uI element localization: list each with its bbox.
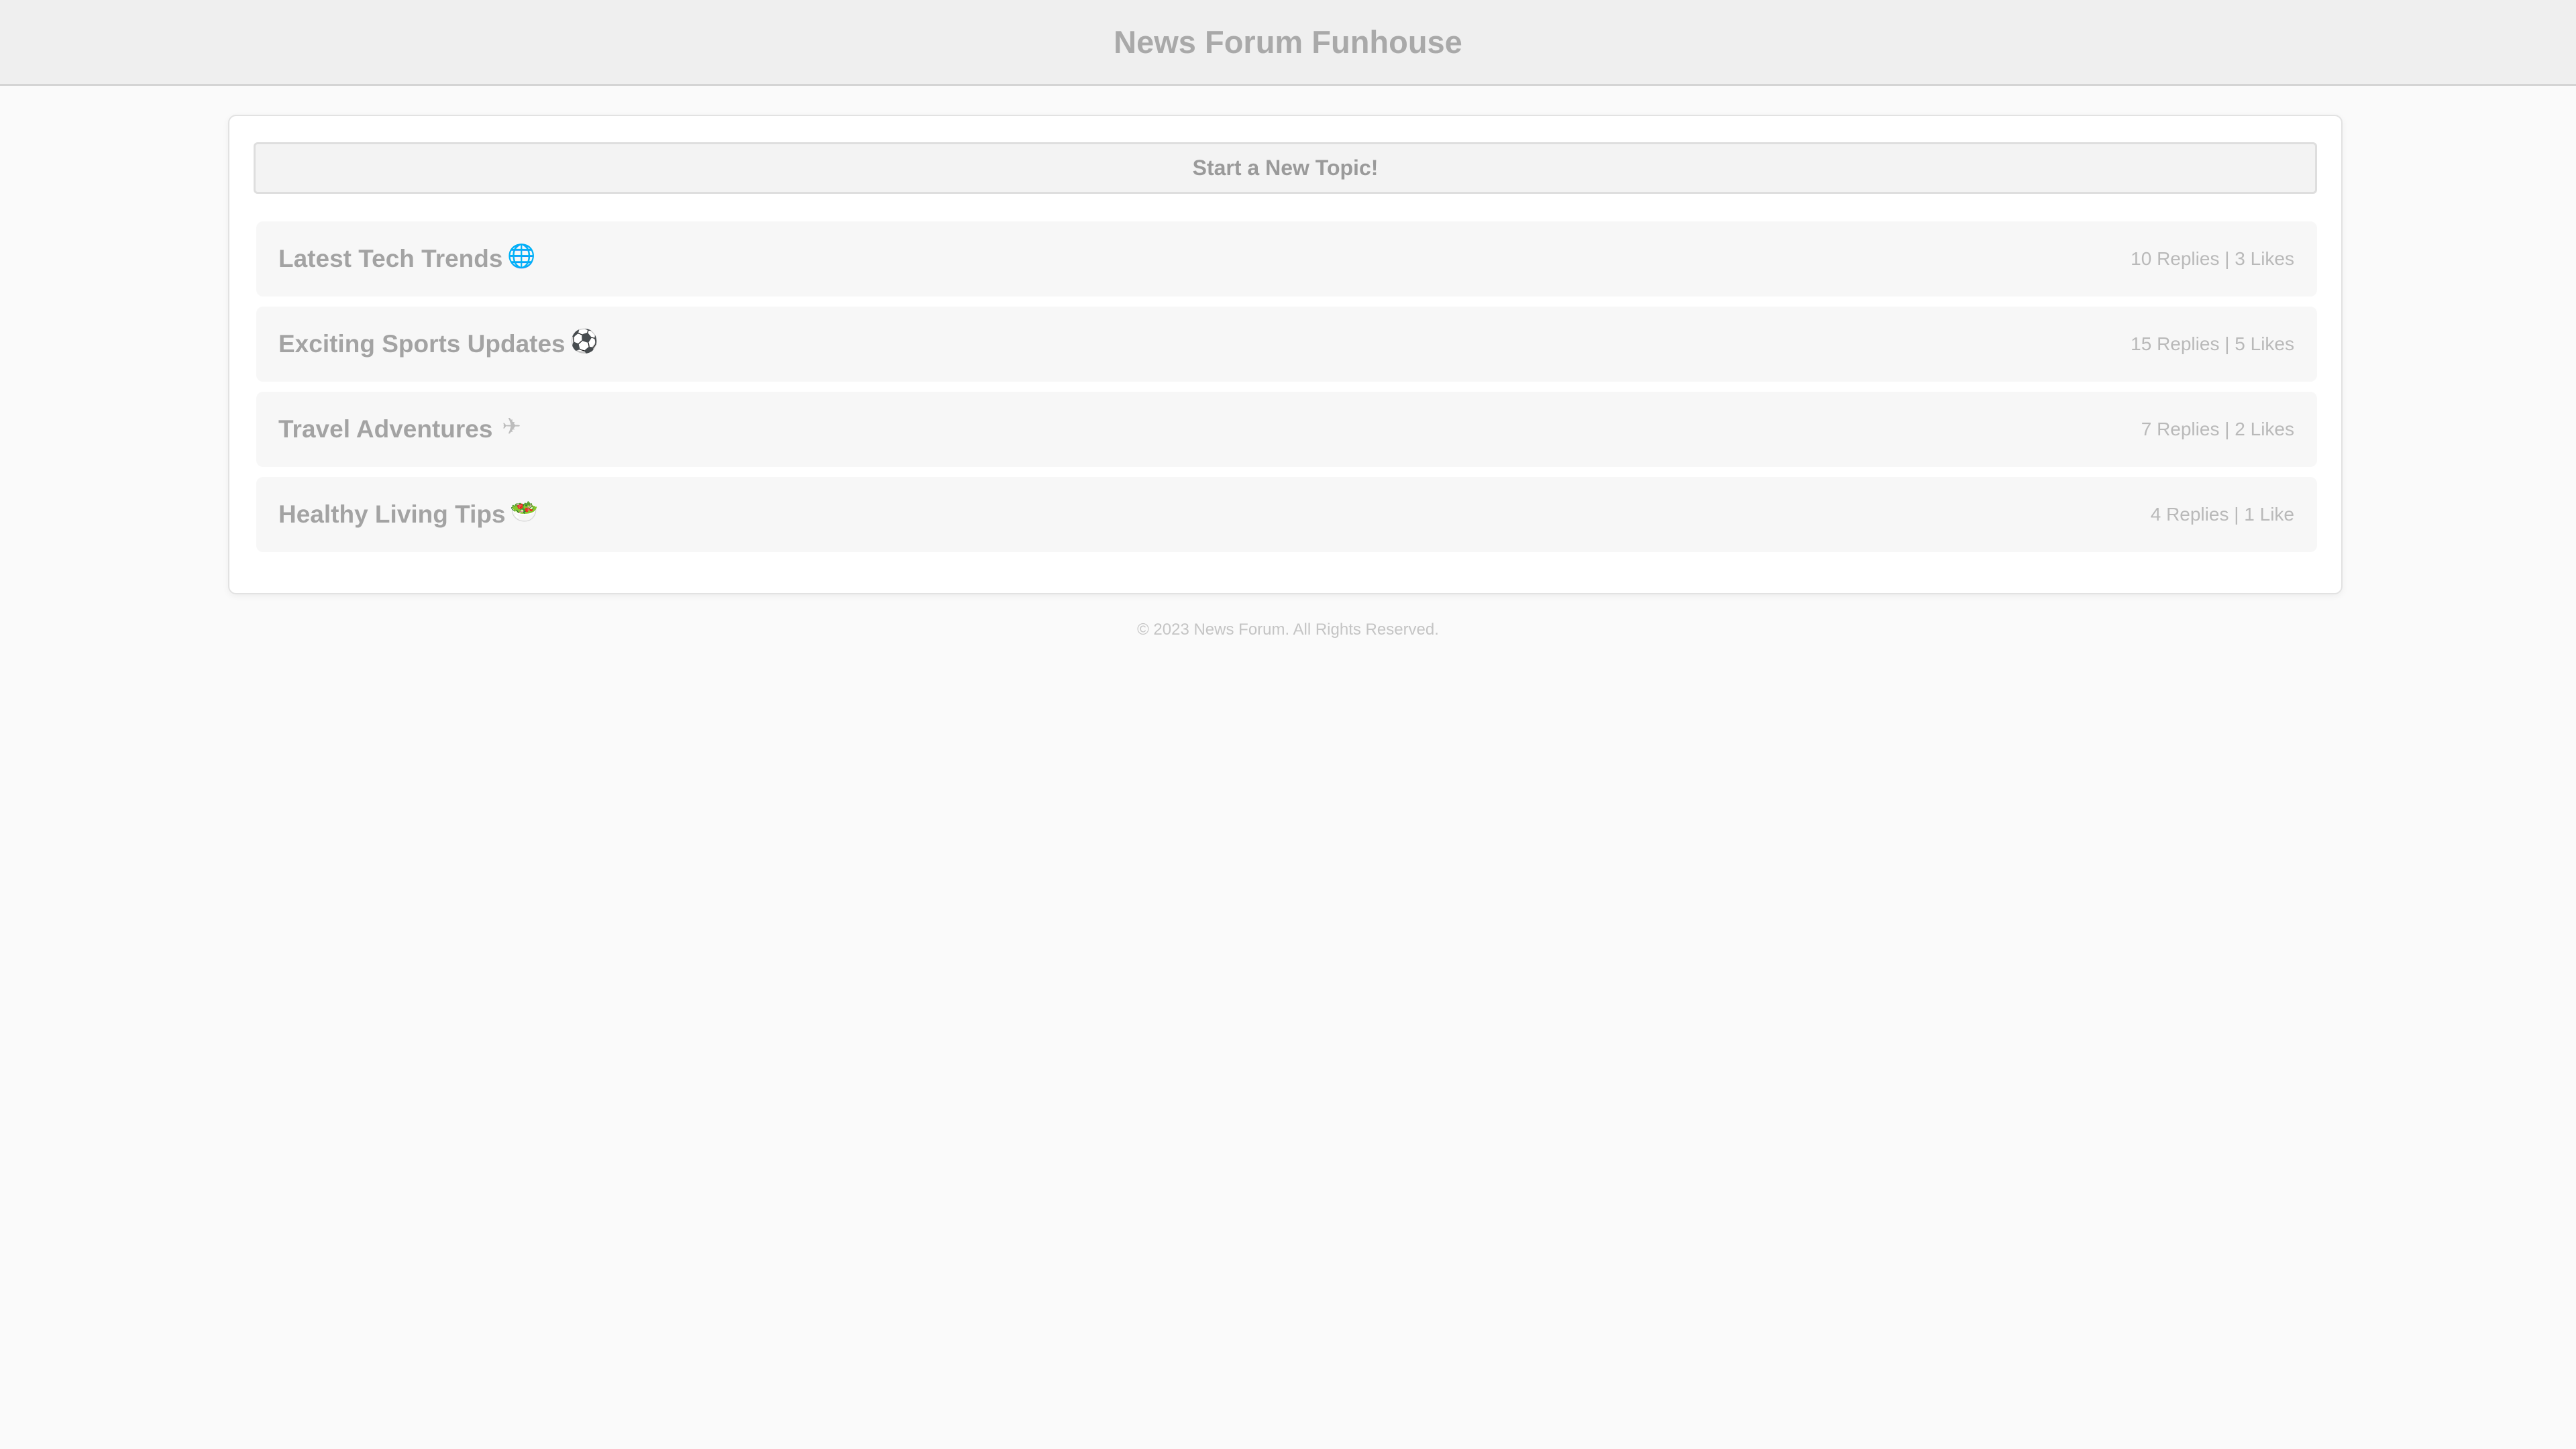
- topic-title-wrap: Travel Adventures ✈: [278, 414, 525, 443]
- topic-item-travel[interactable]: Travel Adventures ✈ 7 Replies | 2 Likes: [256, 392, 2317, 467]
- topic-item-health[interactable]: Healthy Living Tips 🥗 4 Replies | 1 Like: [256, 477, 2317, 552]
- start-new-topic-button[interactable]: Start a New Topic!: [254, 142, 2317, 194]
- topic-stats: 15 Replies | 5 Likes: [2131, 333, 2294, 354]
- salad-icon: 🥗: [510, 499, 539, 525]
- topic-stats: 10 Replies | 3 Likes: [2131, 248, 2294, 269]
- topic-title: Healthy Living Tips: [278, 500, 506, 528]
- topic-title-wrap: Exciting Sports Updates ⚽: [278, 329, 598, 358]
- topic-title: Latest Tech Trends: [278, 245, 503, 272]
- topic-stats: 7 Replies | 2 Likes: [2141, 419, 2294, 439]
- topic-item-sports[interactable]: Exciting Sports Updates ⚽ 15 Replies | 5…: [256, 307, 2317, 382]
- airplane-icon: ✈: [502, 414, 521, 439]
- forum-panel: Start a New Topic! Latest Tech Trends 🌐 …: [228, 115, 2343, 594]
- topic-stats: 4 Replies | 1 Like: [2150, 504, 2294, 525]
- site-header: News Forum Funhouse: [0, 0, 2576, 86]
- topic-title-wrap: Latest Tech Trends 🌐: [278, 244, 536, 273]
- topic-item-tech[interactable]: Latest Tech Trends 🌐 10 Replies | 3 Like…: [256, 221, 2317, 297]
- globe-icon: 🌐: [507, 244, 536, 269]
- site-footer: © 2023 News Forum. All Rights Reserved.: [1137, 621, 1439, 639]
- topic-title: Exciting Sports Updates: [278, 330, 566, 358]
- topic-list: Latest Tech Trends 🌐 10 Replies | 3 Like…: [256, 221, 2317, 562]
- site-title: News Forum Funhouse: [1114, 24, 1462, 60]
- topic-title: Travel Adventures: [278, 415, 493, 443]
- topic-title-wrap: Healthy Living Tips 🥗: [278, 499, 539, 529]
- soccer-ball-icon: ⚽: [570, 329, 598, 354]
